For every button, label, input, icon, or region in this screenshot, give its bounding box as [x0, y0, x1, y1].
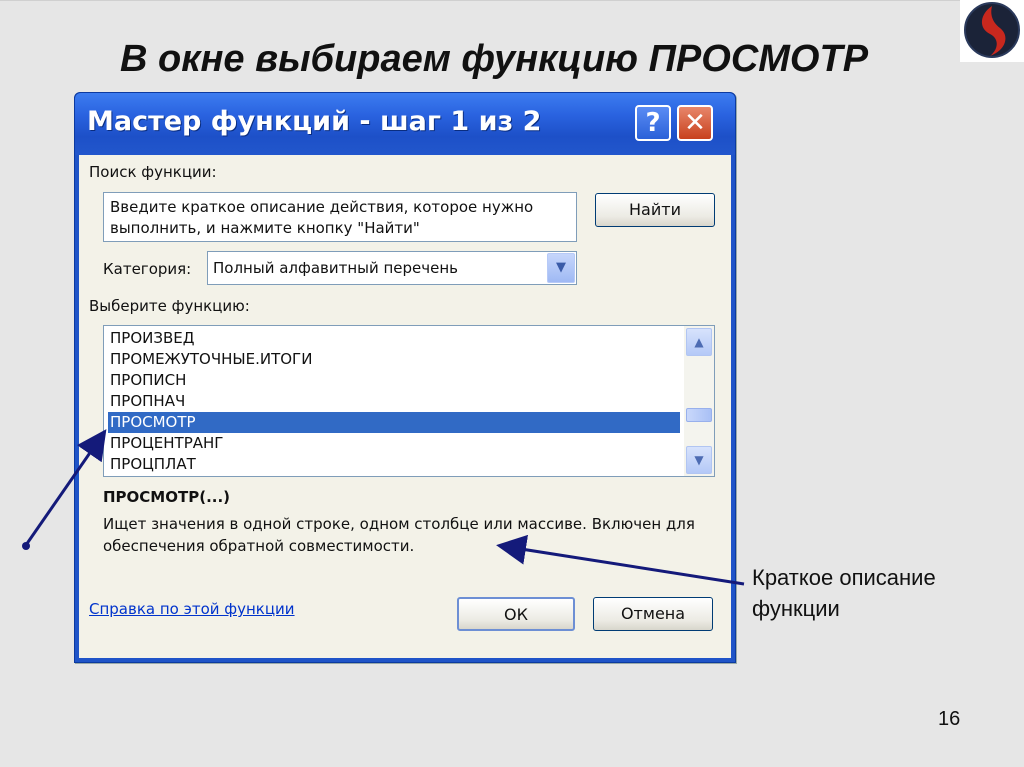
arrow-start-dot [22, 542, 30, 550]
arrow-to-selected-function [22, 429, 107, 550]
annotation-arrows [22, 429, 745, 586]
arrow-to-description [496, 534, 745, 586]
page-number: 16 [938, 708, 961, 730]
